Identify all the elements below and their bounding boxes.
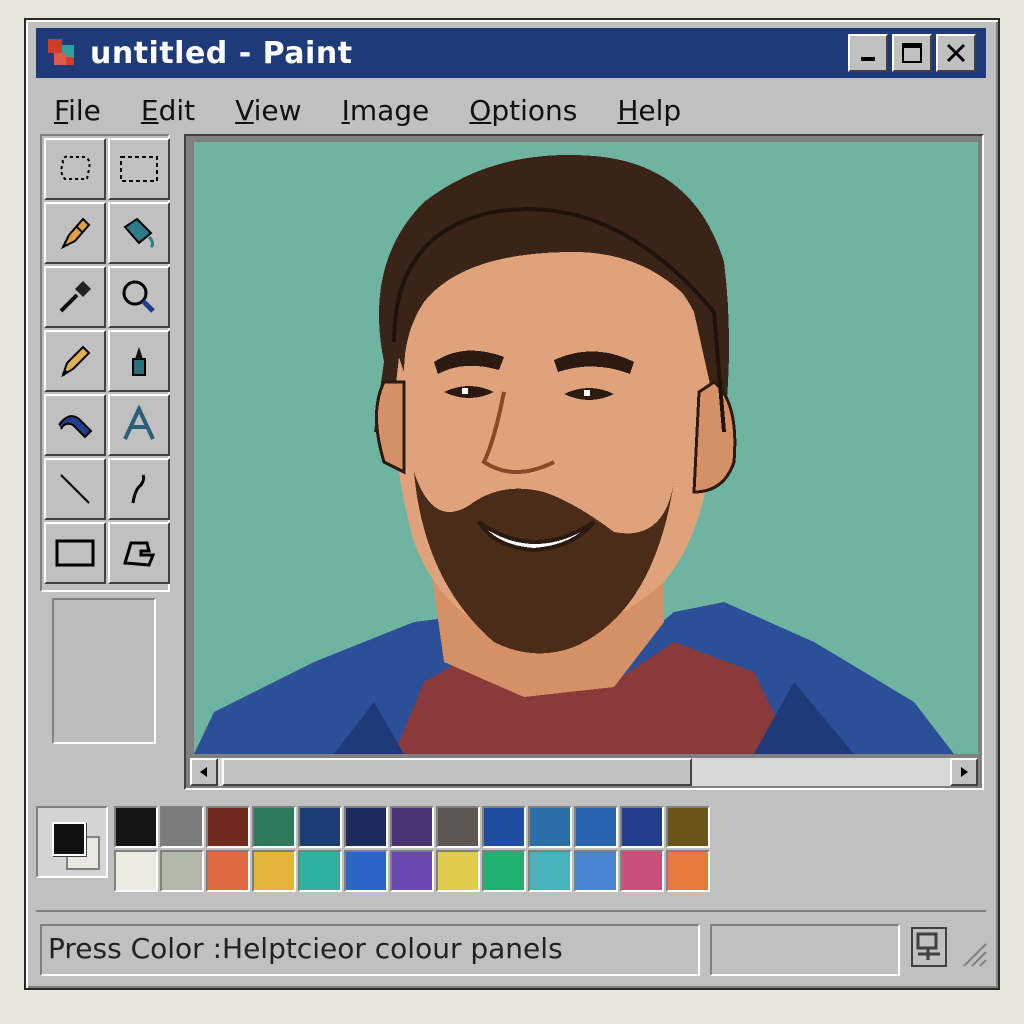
color-swatch-row1-4[interactable] xyxy=(298,806,342,848)
color-swatch-row2-4[interactable] xyxy=(298,850,342,892)
menu-edit[interactable]: Edit xyxy=(141,94,195,127)
color-swatch-row2-6[interactable] xyxy=(390,850,434,892)
color-swatch-row2-12[interactable] xyxy=(666,850,710,892)
tool-polygon[interactable] xyxy=(108,522,170,584)
resize-grip-icon[interactable] xyxy=(958,938,988,968)
tool-rectangle[interactable] xyxy=(44,522,106,584)
paint-app-icon xyxy=(46,35,82,71)
palette-swatches xyxy=(114,806,710,892)
maximize-icon xyxy=(902,43,922,63)
color-swatch-row1-3[interactable] xyxy=(252,806,296,848)
tool-eyedropper[interactable] xyxy=(44,266,106,328)
rectangle-icon xyxy=(55,539,95,567)
color-swatch-row1-5[interactable] xyxy=(344,806,388,848)
color-swatch-row1-12[interactable] xyxy=(666,806,710,848)
close-icon xyxy=(946,43,966,63)
airbrush-icon xyxy=(58,415,93,439)
free-form-select-icon xyxy=(60,155,91,180)
color-palette xyxy=(36,800,986,900)
close-button[interactable] xyxy=(936,34,976,72)
color-swatch-row1-7[interactable] xyxy=(436,806,480,848)
minimize-icon xyxy=(861,57,875,61)
line-icon xyxy=(60,474,90,504)
color-swatch-row2-2[interactable] xyxy=(206,850,250,892)
tool-magnifier[interactable] xyxy=(108,266,170,328)
fill-bucket-icon xyxy=(123,217,155,249)
color-swatch-row2-10[interactable] xyxy=(574,850,618,892)
brush-icon xyxy=(132,347,146,376)
tool-eraser[interactable] xyxy=(44,202,106,264)
tool-line[interactable] xyxy=(44,458,106,520)
color-swatch-row2-11[interactable] xyxy=(620,850,664,892)
paint-window: untitled - Paint File Edit View Image Op… xyxy=(24,18,1000,990)
menu-help[interactable]: Help xyxy=(617,94,681,127)
color-swatch-row2-9[interactable] xyxy=(528,850,572,892)
tool-fill[interactable] xyxy=(108,202,170,264)
status-message: Press Color :Helptcieor colour panels xyxy=(40,924,700,976)
arrow-left-icon xyxy=(200,767,207,777)
scroll-left-button[interactable] xyxy=(190,758,218,786)
color-swatch-row2-0[interactable] xyxy=(114,850,158,892)
menu-bar: File Edit View Image Options Help xyxy=(36,86,986,134)
color-swatch-row2-1[interactable] xyxy=(160,850,204,892)
rect-select-icon xyxy=(120,156,158,182)
tool-options-panel[interactable] xyxy=(52,598,156,744)
window-title: untitled - Paint xyxy=(90,35,353,71)
status-coordinates-panel xyxy=(710,924,900,976)
horizontal-scrollbar[interactable] xyxy=(190,758,978,786)
tool-pencil[interactable] xyxy=(44,330,106,392)
eyedropper-icon xyxy=(59,281,91,313)
minimize-button[interactable] xyxy=(848,34,888,72)
color-swatch-row1-1[interactable] xyxy=(160,806,204,848)
current-colors[interactable] xyxy=(36,806,108,878)
tool-airbrush[interactable] xyxy=(44,394,106,456)
polygon-icon xyxy=(123,541,156,567)
drawing-canvas[interactable] xyxy=(194,142,978,754)
color-swatch-row1-6[interactable] xyxy=(390,806,434,848)
color-swatch-row1-9[interactable] xyxy=(528,806,572,848)
tool-text[interactable] xyxy=(108,394,170,456)
pencil-icon xyxy=(61,345,91,378)
menu-view[interactable]: View xyxy=(235,94,301,127)
tool-brush[interactable] xyxy=(108,330,170,392)
foreground-color-swatch[interactable] xyxy=(52,822,86,856)
scroll-thumb[interactable] xyxy=(222,758,692,786)
title-bar[interactable]: untitled - Paint xyxy=(36,28,986,78)
tool-rect-select[interactable] xyxy=(108,138,170,200)
color-swatch-row1-2[interactable] xyxy=(206,806,250,848)
pixel-portrait-image xyxy=(194,142,978,754)
color-swatch-row1-8[interactable] xyxy=(482,806,526,848)
curve-icon xyxy=(131,474,146,504)
toolbox xyxy=(40,134,170,592)
tool-curve[interactable] xyxy=(108,458,170,520)
arrow-right-icon xyxy=(961,767,968,777)
color-swatch-row2-3[interactable] xyxy=(252,850,296,892)
canvas-frame xyxy=(184,134,984,790)
magnifier-icon xyxy=(122,280,155,313)
status-bar: Press Color :Helptcieor colour panels xyxy=(36,910,988,978)
scroll-right-button[interactable] xyxy=(950,758,978,786)
text-icon xyxy=(123,405,155,440)
color-swatch-row2-8[interactable] xyxy=(482,850,526,892)
status-panel-icon xyxy=(910,926,948,968)
color-swatch-row2-7[interactable] xyxy=(436,850,480,892)
eraser-icon xyxy=(60,217,91,250)
menu-file[interactable]: File xyxy=(54,94,101,127)
tool-free-form-select[interactable] xyxy=(44,138,106,200)
menu-options[interactable]: Options xyxy=(469,94,577,127)
color-swatch-row1-10[interactable] xyxy=(574,806,618,848)
maximize-button[interactable] xyxy=(892,34,932,72)
color-swatch-row1-11[interactable] xyxy=(620,806,664,848)
color-swatch-row1-0[interactable] xyxy=(114,806,158,848)
color-swatch-row2-5[interactable] xyxy=(344,850,388,892)
menu-image[interactable]: Image xyxy=(342,94,430,127)
